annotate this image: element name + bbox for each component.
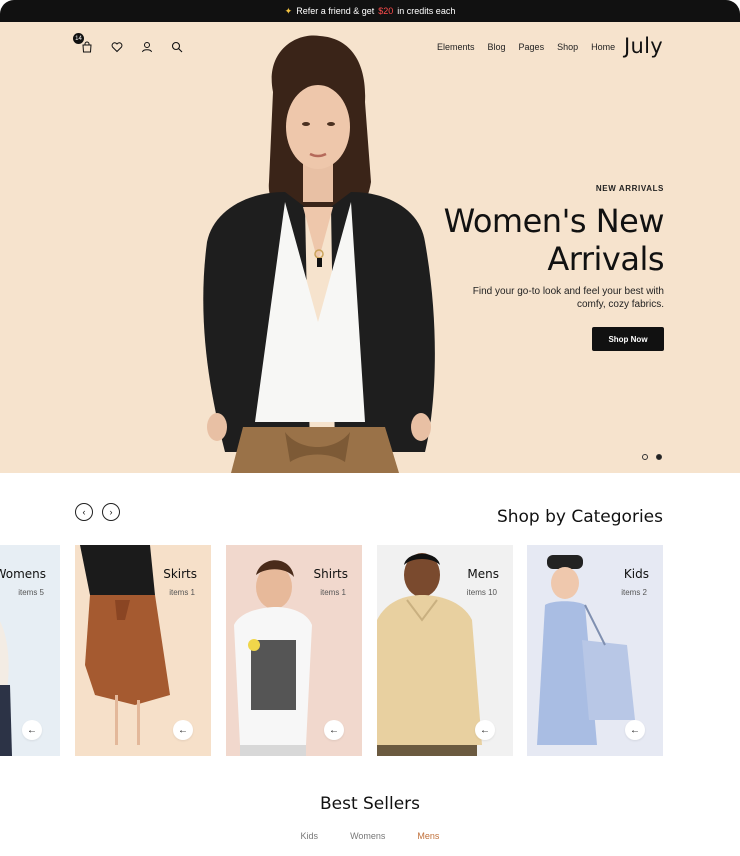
category-name: Shirts xyxy=(313,567,348,581)
carousel-prev-button[interactable]: ‹ xyxy=(75,503,93,521)
category-count: items 1 xyxy=(169,588,195,597)
slider-dot-2[interactable] xyxy=(656,454,662,460)
page: ✦ Refer a friend & get $20 in credits ea… xyxy=(0,0,740,856)
slider-dot-1[interactable] xyxy=(642,454,648,460)
main-nav: Elements Blog Pages Shop Home xyxy=(437,42,615,52)
best-sellers-tabs: Kids Womens Mens xyxy=(0,831,740,841)
tab-womens[interactable]: Womens xyxy=(350,831,385,841)
nav-item-shop[interactable]: Shop xyxy=(557,42,578,52)
hero-title: Women's New Arrivals xyxy=(443,202,665,278)
arrow-left-icon[interactable]: ← xyxy=(475,720,495,740)
nav-item-home[interactable]: Home xyxy=(591,42,615,52)
slider-pagination xyxy=(642,454,662,460)
brand-logo[interactable]: July xyxy=(624,34,663,58)
category-name: Skirts xyxy=(163,567,197,581)
arrow-left-icon[interactable]: ← xyxy=(324,720,344,740)
hero-banner: 14 Elements Blog Pages Shop Home July NE… xyxy=(0,22,740,473)
nav-item-pages[interactable]: Pages xyxy=(519,42,545,52)
category-name: Mens xyxy=(467,567,499,581)
search-icon[interactable] xyxy=(170,40,184,54)
category-name: Womens xyxy=(0,567,46,581)
category-count: items 2 xyxy=(621,588,647,597)
categories-heading: Shop by Categories xyxy=(496,507,663,527)
category-count: items 5 xyxy=(18,588,44,597)
hero-subtitle: Find your go-to look and feel your best … xyxy=(472,286,664,310)
header-utility-icons: 14 xyxy=(73,33,184,54)
category-carousel-controls: ‹ › xyxy=(75,503,120,521)
announcement-bar: ✦ Refer a friend & get $20 in credits ea… xyxy=(0,0,740,22)
category-card-mens[interactable]: Mens items 10 ← xyxy=(377,545,513,756)
heart-icon[interactable] xyxy=(110,40,124,54)
arrow-left-icon[interactable]: ← xyxy=(22,720,42,740)
carousel-next-button[interactable]: › xyxy=(102,503,120,521)
user-icon[interactable] xyxy=(140,40,154,54)
announcement-suffix: in credits each xyxy=(397,6,456,16)
nav-item-elements[interactable]: Elements xyxy=(437,42,475,52)
category-card-kids[interactable]: Kids items 2 ← xyxy=(527,545,663,756)
tab-kids[interactable]: Kids xyxy=(301,831,319,841)
announcement-amount: $20 xyxy=(378,6,394,16)
category-count: items 10 xyxy=(466,588,497,597)
hero-kicker: NEW ARRIVALS xyxy=(595,184,664,193)
cart-icon[interactable]: 14 xyxy=(73,33,94,54)
category-card-shirts[interactable]: Shirts items 1 ← xyxy=(226,545,362,756)
announcement-prefix: Refer a friend & get xyxy=(296,6,375,16)
best-sellers-heading: Best Sellers xyxy=(319,794,421,814)
cart-count-badge: 14 xyxy=(73,33,84,44)
category-card-skirts[interactable]: Skirts items 1 ← xyxy=(75,545,211,756)
category-count: items 1 xyxy=(320,588,346,597)
sparkle-icon: ✦ xyxy=(284,5,293,16)
tab-mens[interactable]: Mens xyxy=(417,831,439,841)
arrow-left-icon[interactable]: ← xyxy=(173,720,193,740)
arrow-left-icon[interactable]: ← xyxy=(625,720,645,740)
shop-now-button[interactable]: Shop Now xyxy=(592,327,664,351)
category-name: Kids xyxy=(623,567,649,581)
category-card-womens[interactable]: Womens items 5 ← xyxy=(0,545,60,756)
nav-item-blog[interactable]: Blog xyxy=(488,42,506,52)
